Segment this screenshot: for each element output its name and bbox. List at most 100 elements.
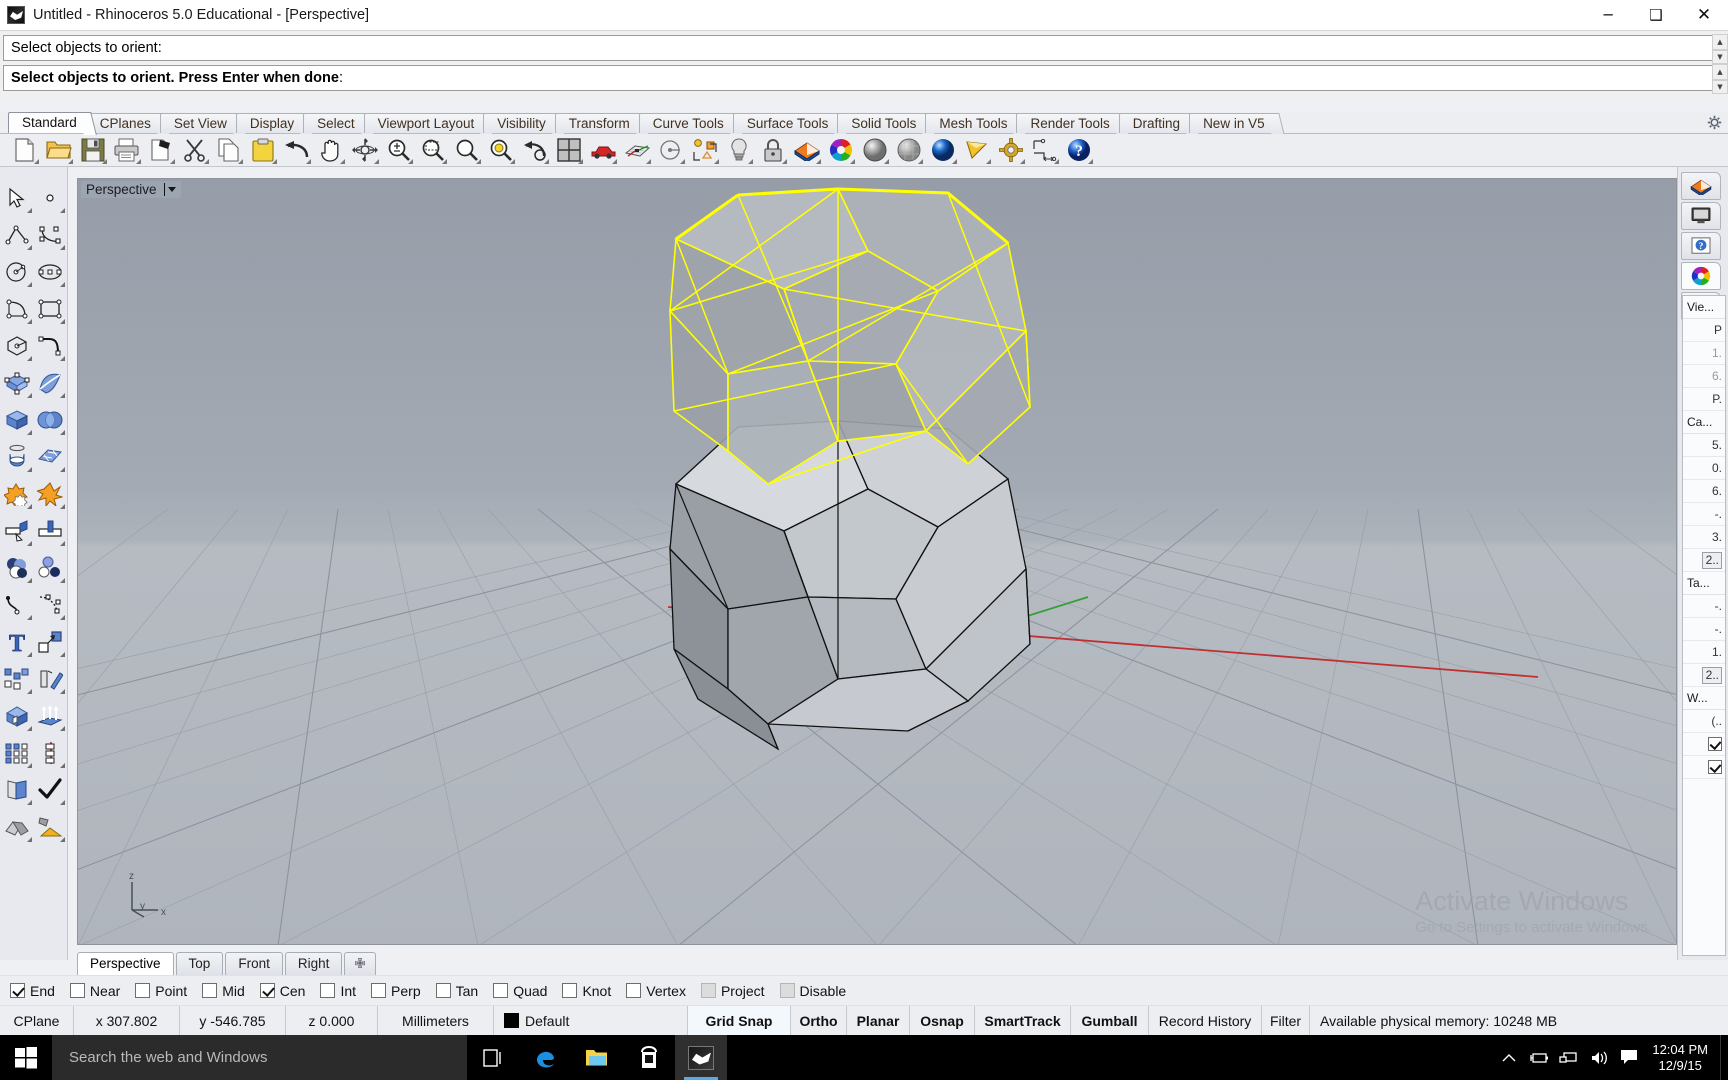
osnap-checkbox-tan[interactable] [435,983,451,998]
status-toggle-grid-snap[interactable]: Grid Snap [688,1006,791,1035]
object-snap-icon[interactable] [689,136,720,165]
osnap-checkbox-end[interactable] [10,983,25,998]
status-toggle-osnap[interactable]: Osnap [910,1006,975,1035]
toolbar-tab-cplanes[interactable]: CPlanes [85,113,162,133]
rotate-view-icon[interactable] [349,136,380,165]
grid-array-icon[interactable] [0,736,34,770]
command-scroll-up2[interactable]: ▲ [1712,64,1728,80]
status-z-coordinate[interactable]: z 0.000 [286,1006,378,1035]
osnap-checkbox-int[interactable] [320,983,336,998]
osnap-checkbox-point[interactable] [135,983,151,998]
copy-to-clipboard-icon[interactable] [145,136,176,165]
cplane-icon[interactable] [621,136,652,165]
osnap-disable[interactable]: Disable [779,983,846,999]
osnap-point[interactable]: Point [135,983,187,999]
surface-from-points-icon[interactable] [0,366,34,400]
properties-row[interactable]: P. [1683,388,1725,411]
named-views-icon[interactable] [655,136,686,165]
properties-row[interactable]: 2.. [1683,664,1725,687]
taskbar-search-input[interactable]: Search the web and Windows [52,1035,467,1080]
status-toggle-record-history[interactable]: Record History [1149,1006,1262,1035]
status-units[interactable]: Millimeters [378,1006,494,1035]
properties-row[interactable]: -. [1683,595,1725,618]
array-along-curve-icon[interactable] [34,736,68,770]
rhinoceros-taskbar-icon[interactable] [675,1035,727,1080]
sphere-boolean-icon[interactable] [34,403,68,437]
shaded-sphere-icon[interactable] [859,136,890,165]
viewport-tab-top[interactable]: Top [175,952,224,975]
mirror-icon[interactable] [34,662,68,696]
explode-icon[interactable] [34,477,68,511]
toolbar-tab-set-view[interactable]: Set View [159,113,238,133]
status-toggle-planar[interactable]: Planar [847,1006,910,1035]
properties-value-field[interactable]: 2.. [1702,667,1722,684]
options-gear-icon[interactable] [995,136,1026,165]
viewport-tab-front[interactable]: Front [225,952,283,975]
split-icon[interactable] [34,514,68,548]
battery-icon[interactable] [1524,1035,1554,1080]
status-toggle-gumball[interactable]: Gumball [1071,1006,1149,1035]
toolbar-tab-solid-tools[interactable]: Solid Tools [837,113,928,133]
viewport-tab-right[interactable]: Right [284,952,343,975]
check-icon[interactable] [34,773,68,807]
boolean-difference-icon[interactable] [34,551,68,585]
properties-checkbox[interactable] [1708,760,1722,774]
dimension-icon[interactable] [1029,136,1060,165]
properties-row[interactable]: 1. [1683,342,1725,365]
osnap-end[interactable]: End [10,983,55,999]
show-desktop-button[interactable] [1720,1035,1728,1080]
fillet-curve-icon[interactable] [34,329,68,363]
zoom-window-icon[interactable] [417,136,448,165]
osnap-tan[interactable]: Tan [435,983,478,999]
toolbar-tab-display[interactable]: Display [235,113,306,133]
osnap-checkbox-quad[interactable] [493,983,509,998]
properties-row[interactable]: 0. [1683,457,1725,480]
file-explorer-icon[interactable] [571,1035,623,1080]
properties-row[interactable]: P [1683,319,1725,342]
status-toggle-ortho[interactable]: Ortho [791,1006,847,1035]
osnap-int[interactable]: Int [320,983,356,999]
osnap-knot[interactable]: Knot [562,983,611,999]
properties-tab-icon[interactable] [1681,262,1721,290]
toolbar-tab-mesh-tools[interactable]: Mesh Tools [925,113,1019,133]
viewport-menu-chevron-down-icon[interactable] [164,183,177,196]
toolbar-tab-drafting[interactable]: Drafting [1118,113,1192,133]
properties-row[interactable]: 3. [1683,526,1725,549]
osnap-cen[interactable]: Cen [259,983,305,999]
ghosted-sphere-icon[interactable] [893,136,924,165]
cut-icon[interactable] [179,136,210,165]
display-tab-icon[interactable] [1681,202,1721,230]
properties-row[interactable]: -. [1683,503,1725,526]
status-toggle-smarttrack[interactable]: SmartTrack [975,1006,1071,1035]
zoom-in-out-icon[interactable] [383,136,414,165]
layers-icon[interactable] [791,136,822,165]
osnap-checkbox-vertex[interactable] [626,983,642,998]
properties-row[interactable]: 6. [1683,365,1725,388]
status-layer[interactable]: Default [494,1006,688,1035]
box-icon[interactable] [0,403,34,437]
render-icon[interactable] [587,136,618,165]
toolbar-tab-select[interactable]: Select [303,113,366,133]
text-icon[interactable]: T [0,625,34,659]
undo-icon[interactable] [281,136,312,165]
taskbar-clock[interactable]: 12:04 PM 12/9/15 [1644,1042,1720,1074]
array-icon[interactable] [0,662,34,696]
viewport-title-bar[interactable]: Perspective [81,181,181,198]
loft-surface-icon[interactable] [34,366,68,400]
properties-row[interactable] [1683,756,1725,779]
osnap-mid[interactable]: Mid [202,983,245,999]
osnap-checkbox-near[interactable] [69,983,85,998]
volume-icon[interactable] [1584,1035,1614,1080]
properties-row[interactable]: (.. [1683,710,1725,733]
solid-boolean-icon[interactable] [0,551,34,585]
add-viewport-tab-button[interactable]: ✙ [344,952,376,975]
command-scroll-mid[interactable]: ▼ [1712,50,1728,64]
perspective-viewport[interactable]: Perspective z x y Activate Windows Go to… [77,178,1677,945]
toolbar-tab-surface-tools[interactable]: Surface Tools [732,113,840,133]
command-prompt[interactable]: Select objects to orient. Press Enter wh… [3,65,1712,91]
blend-curve-icon[interactable] [0,588,34,622]
osnap-checkbox-knot[interactable] [562,983,578,998]
layer-color-swatch[interactable] [504,1013,519,1028]
trim-icon[interactable] [0,514,34,548]
polyline-icon[interactable] [0,218,34,252]
